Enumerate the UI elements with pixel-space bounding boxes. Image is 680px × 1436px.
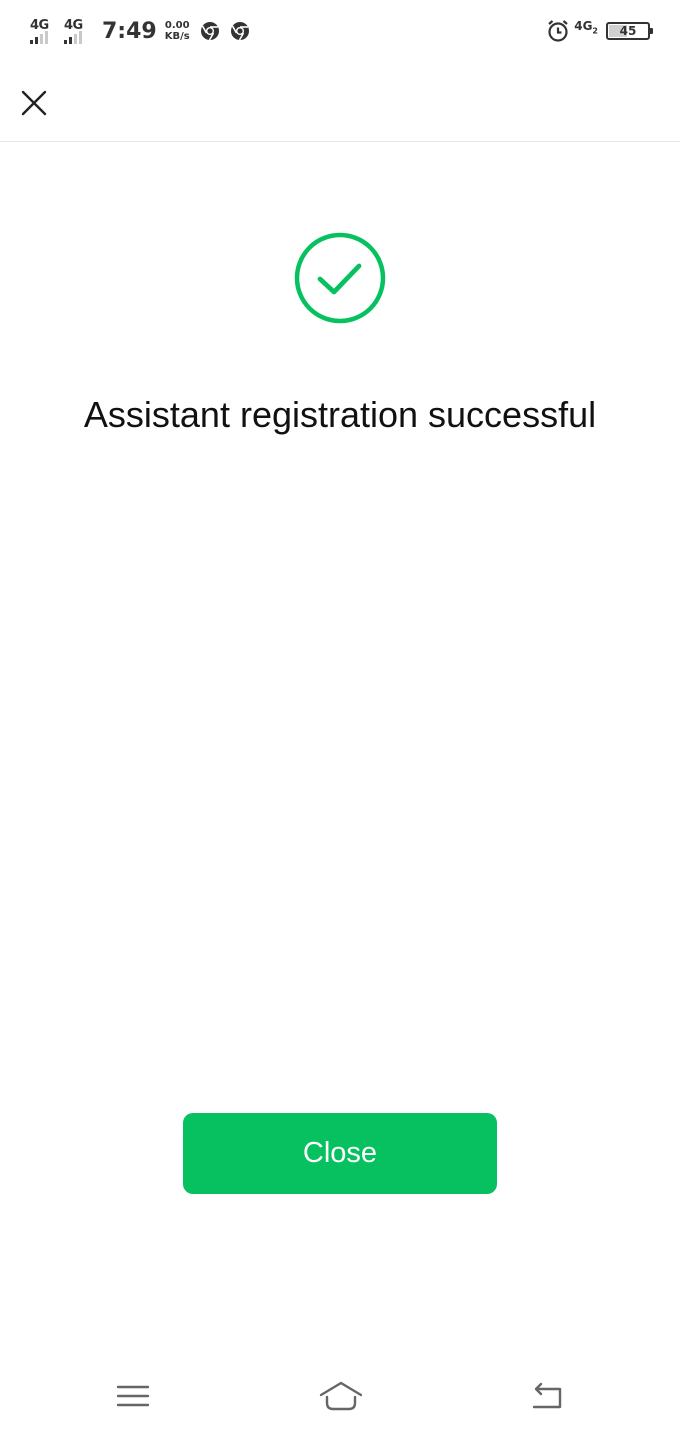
- network-speed-unit: KB/s: [164, 31, 190, 42]
- menu-icon[interactable]: [115, 1380, 151, 1412]
- battery-icon: 45: [606, 22, 653, 40]
- alarm-icon: [548, 20, 568, 42]
- status-right: 4G2 45: [546, 16, 653, 46]
- chrome-icon: [200, 22, 219, 41]
- check-circle-icon: [294, 232, 386, 324]
- back-icon[interactable]: [529, 1380, 565, 1412]
- navigation-bar: [0, 1360, 680, 1436]
- signal-icon: 4G: [30, 18, 60, 44]
- network-type-label: 4G: [574, 18, 593, 33]
- status-left: 4G 4G 7:49 0.00 KB/s: [30, 16, 250, 46]
- sim-slot-label: 2: [592, 26, 598, 36]
- close-button[interactable]: Close: [183, 1113, 497, 1194]
- battery-level: 45: [619, 24, 637, 38]
- network-speed-value: 0.00: [164, 20, 190, 31]
- signal-icon: 4G: [64, 18, 94, 44]
- close-icon[interactable]: [18, 87, 50, 119]
- status-bar: 4G 4G 7:49 0.00 KB/s 4G2 45: [0, 0, 680, 62]
- chrome-icon: [230, 22, 249, 41]
- success-message: Assistant registration successful: [83, 394, 597, 435]
- clock: 7:49: [102, 18, 157, 44]
- header: [0, 62, 680, 142]
- home-icon[interactable]: [318, 1380, 364, 1412]
- network-speed: 0.00 KB/s: [165, 20, 190, 42]
- network-type: 4G2: [574, 19, 598, 35]
